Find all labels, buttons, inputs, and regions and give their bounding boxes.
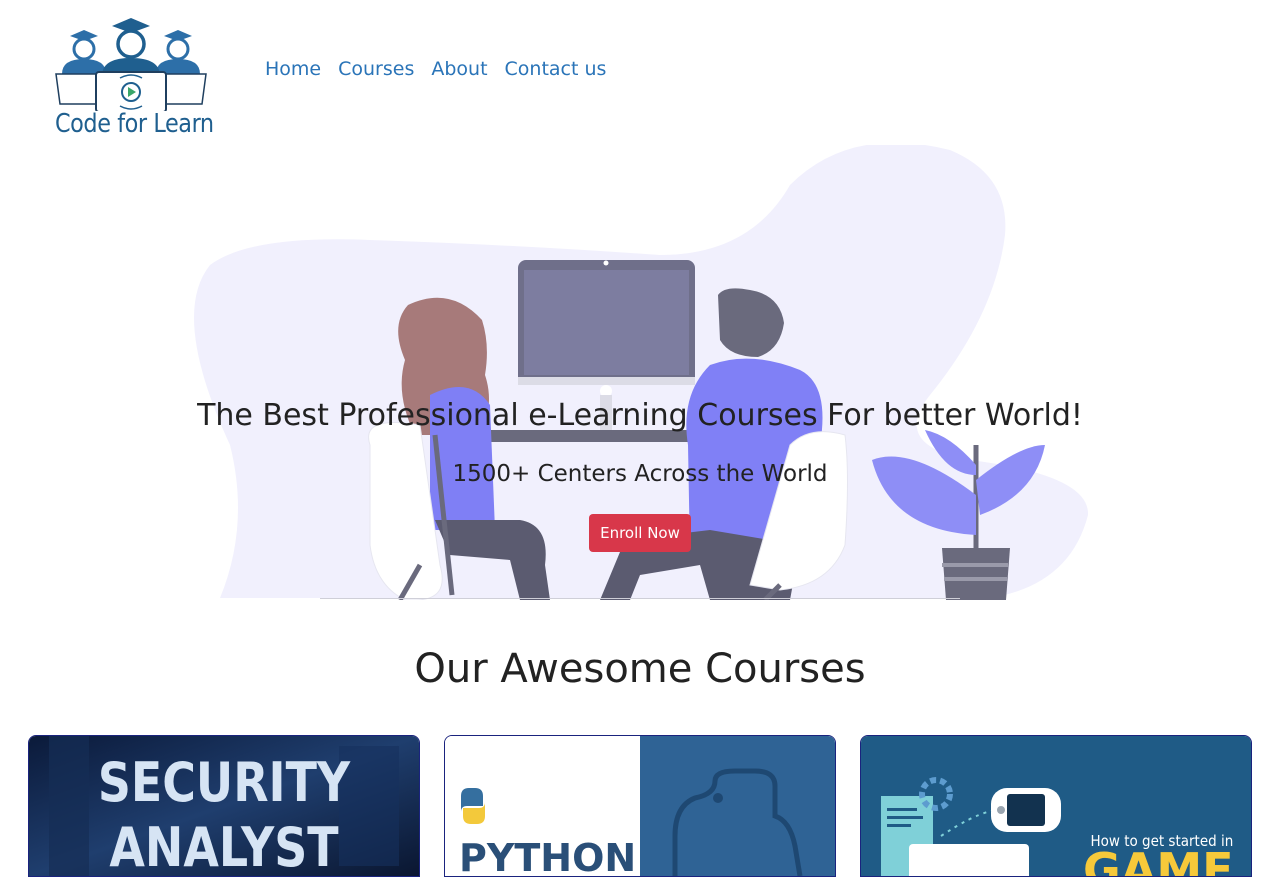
python-title: PYTHON: [459, 836, 636, 876]
game-title-line2: GAME: [1083, 843, 1234, 876]
nav-courses[interactable]: Courses: [338, 58, 414, 80]
main-nav: Home Courses About Contact us: [265, 58, 606, 80]
brand-name: Code for Learn: [55, 109, 214, 139]
course-card-python[interactable]: PYTHON: [444, 735, 836, 877]
hero-title: The Best Professional e-Learning Courses…: [197, 398, 1083, 433]
python-course-image: PYTHON: [445, 736, 835, 876]
graduates-logo-icon: [55, 18, 207, 113]
game-course-image: How to get started in GAME: [861, 736, 1251, 876]
security-title-line1: SECURITY: [98, 750, 351, 814]
hero-subtitle: 1500+ Centers Across the World: [452, 461, 828, 487]
nav-home[interactable]: Home: [265, 58, 321, 80]
security-course-image: SECURITY ANALYST: [29, 736, 419, 876]
nav-about[interactable]: About: [431, 58, 487, 80]
nav-contact[interactable]: Contact us: [505, 58, 607, 80]
python-logo-icon: [461, 788, 485, 824]
course-card-game[interactable]: How to get started in GAME: [860, 735, 1252, 877]
hero-divider: [320, 598, 960, 599]
courses-section-title: Our Awesome Courses: [414, 646, 866, 692]
gamepad-icon: [991, 788, 1061, 832]
enroll-now-button[interactable]: Enroll Now: [589, 514, 691, 552]
course-card-security[interactable]: SECURITY ANALYST: [28, 735, 420, 877]
security-title-line2: ANALYST: [109, 815, 338, 876]
